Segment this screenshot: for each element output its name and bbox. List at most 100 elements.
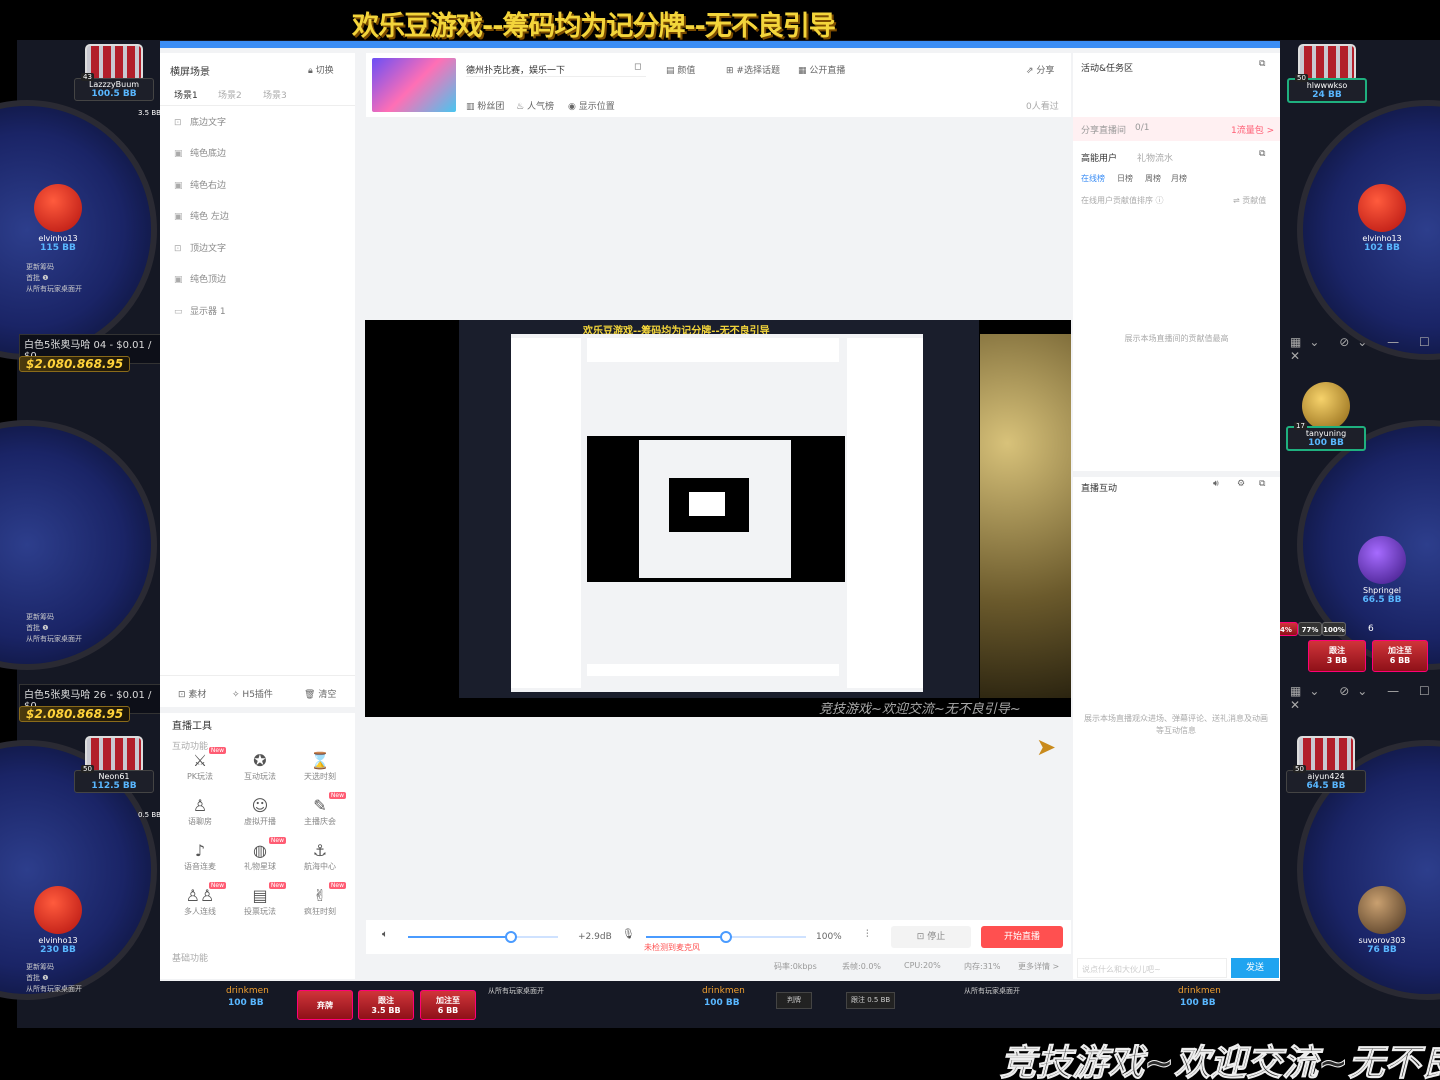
chat-input[interactable]: 说点什么和大伙儿吧~ <box>1077 958 1227 978</box>
window-controls-icon[interactable]: ▦⌄ ⊘⌄ — ☐ ✕ <box>1290 335 1440 363</box>
popout-icon[interactable]: ⧉ <box>1259 59 1265 69</box>
player-seat[interactable]: Shpringel 66.5 BB <box>1342 536 1422 605</box>
tab-high-energy[interactable]: 高能用户 <box>1081 151 1117 164</box>
popularity-button[interactable]: ♨ 人气榜 <box>516 99 554 112</box>
rank-tab-month[interactable]: 月榜 <box>1171 173 1187 184</box>
player-seat[interactable]: elvinho13 102 BB <box>1342 184 1422 253</box>
tool-interact[interactable]: ✪ 互动玩法 <box>232 751 288 782</box>
new-badge: New <box>328 882 346 889</box>
settings-icon[interactable]: ⚙ <box>1237 479 1245 489</box>
player-seat[interactable]: 43 LazzzyBuum 100.5 BB <box>74 44 154 101</box>
tool-avatar[interactable]: ☺ 虚拟开播 <box>232 796 288 827</box>
stop-button[interactable]: ⊡ 停止 <box>891 926 971 948</box>
tool-planet[interactable]: ◍ New 礼物星球 <box>232 837 288 872</box>
switch-button[interactable]: 🔒︎ 切换 <box>308 63 334 76</box>
fans-button[interactable]: ▥ 粉丝团 <box>466 99 504 112</box>
room-cover-thumbnail[interactable] <box>372 58 456 112</box>
stream-preview[interactable]: 欢乐豆游戏--筹码均为记分牌--无不良引导 竞技游戏~欢迎交流~无不良引导~ <box>365 320 1071 717</box>
tool-anchor[interactable]: ⚓ 航海中心 <box>292 841 348 872</box>
scene-source-item[interactable]: ⊡ 顶边文字 <box>174 241 226 254</box>
cursor-icon: ➤ <box>1036 733 1057 761</box>
multi-icon: ♙♙ New <box>185 882 226 905</box>
angry-avatar-icon <box>34 886 82 934</box>
player-seat[interactable]: elvinho13 230 BB <box>18 886 98 955</box>
bet-amount: 0.5 BB <box>138 811 161 819</box>
more-details-link[interactable]: 更多详情 > <box>1018 961 1059 972</box>
mic-icon[interactable]: 🎙︎ <box>622 929 635 940</box>
fold-button[interactable]: 弃牌 <box>297 990 353 1020</box>
bet-button[interactable]: 跟注 0.5 BB <box>846 992 896 1009</box>
preview-bokeh <box>980 334 1071 698</box>
scene-source-item[interactable]: ⊡ 底边文字 <box>174 115 226 128</box>
public-live-button[interactable]: ▦ 公开直播 <box>798 63 845 76</box>
player-seat[interactable]: elvinho13 115 BB <box>18 184 98 253</box>
check-button[interactable]: 判牌 <box>776 992 812 1009</box>
share-task-row[interactable]: 分享直播间 0/1 1流量包 > <box>1073 117 1280 141</box>
tts-icon[interactable]: 🔊︎ <box>1213 479 1219 489</box>
pct-button[interactable]: 77% <box>1298 622 1322 636</box>
mic-icon: ♪ <box>194 841 206 860</box>
clear-button[interactable]: 🗑︎ 清空 <box>304 687 336 700</box>
scene-source-item[interactable]: ▣ 纯色顶边 <box>174 272 226 285</box>
tab-gift-flow[interactable]: 礼物流水 <box>1137 151 1173 164</box>
memory-usage: 内存:31% <box>964 962 1001 971</box>
speaker-volume-slider[interactable] <box>408 931 558 943</box>
player-name: tanyuning <box>1305 429 1347 438</box>
tool-user[interactable]: ♙ 语聊房 <box>172 796 228 827</box>
edit-icon[interactable]: ◻ <box>634 62 641 72</box>
jackpot-counter: $2.080.868.95 <box>19 356 131 372</box>
room-title-input[interactable]: 德州扑克比赛，娱乐一下 <box>466 63 646 77</box>
share-button[interactable]: ⇗ 分享 <box>1026 63 1054 76</box>
popout-icon[interactable]: ⧉ <box>1259 479 1265 489</box>
tab-scene-1[interactable]: 场景1 <box>174 88 198 101</box>
tab-scene-2[interactable]: 场景2 <box>218 88 242 101</box>
player-seat[interactable]: 50 aiyun424 64.5 BB <box>1286 736 1366 793</box>
scene-source-item[interactable]: ▭ 显示器 1 <box>174 304 226 317</box>
popout-icon[interactable]: ⧉ <box>1259 149 1265 159</box>
tab-scene-3[interactable]: 场景3 <box>263 88 287 101</box>
player-seat[interactable]: 50 Neon61 112.5 BB <box>74 736 154 793</box>
material-button[interactable]: ⊡ 素材 <box>178 687 206 700</box>
tool-mic[interactable]: ♪ 语音连麦 <box>172 841 228 872</box>
mixer-icon[interactable]: ⫶ <box>866 929 869 940</box>
raise-button[interactable]: 加注至 6 BB <box>1372 640 1428 672</box>
tool-label: 疯狂时刻 <box>304 907 336 916</box>
chat-log: 更新筹码 首批 ❶ 从所有玩家桌面开 <box>26 263 82 293</box>
scene-source-item[interactable]: ▣ 纯色 左边 <box>174 209 229 222</box>
scene-source-item[interactable]: ▣ 纯色右边 <box>174 178 226 191</box>
window-controls-icon[interactable]: ▦⌄ ⊘⌄ — ☐ ✕ <box>1290 684 1440 712</box>
call-button[interactable]: 跟注 3.5 BB <box>358 990 414 1020</box>
location-button[interactable]: ◉ 显示位置 <box>568 99 615 112</box>
call-button[interactable]: 跟注 3 BB <box>1308 640 1366 672</box>
contrib-sort-button[interactable]: ⇌ 贡献值 <box>1233 195 1266 206</box>
rank-tab-week[interactable]: 周榜 <box>1145 173 1161 184</box>
start-live-button[interactable]: 开始直播 <box>981 926 1063 948</box>
room-info-bar: 德州扑克比赛，娱乐一下 ◻ ▤ 颜值 ⊞ #选择话题 ▦ 公开直播 ⇗ 分享 ▥… <box>366 53 1071 117</box>
raise-button[interactable]: 加注至 6 BB <box>420 990 476 1020</box>
speaker-icon[interactable]: 🔈︎ <box>382 929 388 940</box>
player-seat[interactable]: 50 hlwwwkso 24 BB <box>1287 44 1367 103</box>
tool-vote[interactable]: ▤ New 投票玩法 <box>232 882 288 917</box>
online-rank-label: 在线用户贡献值排序 ⓘ <box>1081 196 1164 205</box>
send-button[interactable]: 发送 <box>1231 958 1279 978</box>
rank-tab-day[interactable]: 日榜 <box>1117 173 1133 184</box>
scene-source-item[interactable]: ▣ 纯色底边 <box>174 146 226 159</box>
tool-party[interactable]: ✎ New 主播庆会 <box>292 792 348 827</box>
player-seat[interactable]: 17 tanyuning 100 BB <box>1286 382 1366 451</box>
raise-value[interactable]: 6 <box>1368 624 1374 635</box>
rank-tab-online[interactable]: 在线榜 <box>1081 173 1105 184</box>
rank-empty-state: 展示本场直播间的贡献值最高 <box>1124 334 1229 343</box>
pct-button[interactable]: 100% <box>1322 622 1346 636</box>
player-seat[interactable]: suvorov303 76 BB <box>1342 886 1422 955</box>
topic-button[interactable]: ⊞ #选择话题 <box>726 63 780 76</box>
plugin-button[interactable]: ✧ H5插件 <box>232 687 273 700</box>
fire-icon: ♨ <box>516 102 525 112</box>
tool-crazy[interactable]: ✌ New 疯狂时刻 <box>292 882 348 917</box>
mic-volume-slider[interactable] <box>646 931 806 943</box>
player-name: elvinho13 <box>38 936 78 945</box>
tool-lottery[interactable]: ⌛ 天选时刻 <box>292 751 348 782</box>
category-button[interactable]: ▤ 颜值 <box>666 63 695 76</box>
tool-multi[interactable]: ♙♙ New 多人连线 <box>172 882 228 917</box>
tools-title: 直播工具 <box>172 721 212 732</box>
tool-pk[interactable]: ⚔ New PK玩法 <box>172 747 228 782</box>
